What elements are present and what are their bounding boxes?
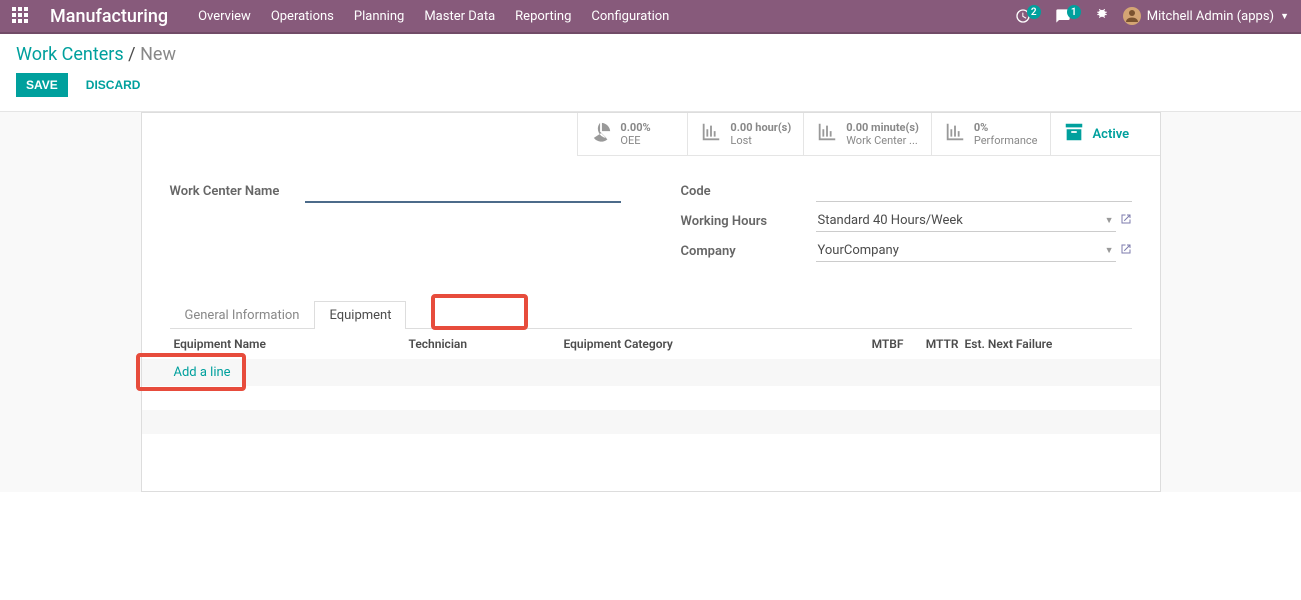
breadcrumb: Work Centers / New <box>16 44 1285 65</box>
tab-bar: General Information Equipment <box>170 300 1132 329</box>
stat-oee[interactable]: 0.00%OEE <box>577 113 687 156</box>
topbar-right: 2 1 Mitchell Admin (apps) ▼ <box>1015 7 1289 25</box>
menu-overview[interactable]: Overview <box>198 9 251 24</box>
stat-performance[interactable]: 0%Performance <box>931 113 1050 156</box>
external-link-icon[interactable] <box>1120 213 1132 229</box>
menu-configuration[interactable]: Configuration <box>591 9 669 24</box>
col-mtbf[interactable]: MTBF <box>834 337 904 351</box>
menu-operations[interactable]: Operations <box>271 9 334 24</box>
caret-down-icon: ▼ <box>1105 245 1114 256</box>
label-company: Company <box>681 244 816 259</box>
menu-master-data[interactable]: Master Data <box>424 9 495 24</box>
stat-lost[interactable]: 0.00 hour(s)Lost <box>687 113 803 156</box>
work-center-name-input[interactable] <box>305 180 621 203</box>
user-name: Mitchell Admin (apps) <box>1147 9 1274 24</box>
top-navbar: Manufacturing Overview Operations Planni… <box>0 0 1301 34</box>
caret-down-icon: ▼ <box>1280 11 1289 22</box>
company-select[interactable]: YourCompany ▼ <box>816 240 1116 262</box>
control-buttons: SAVE DISCARD <box>16 73 1285 97</box>
pie-chart-icon <box>590 121 612 147</box>
bar-chart-icon <box>816 121 838 147</box>
breadcrumb-current: New <box>140 44 176 65</box>
label-hours: Working Hours <box>681 214 816 229</box>
activity-notification[interactable]: 2 <box>1015 8 1041 24</box>
stat-button-bar: 0.00%OEE 0.00 hour(s)Lost 0.00 minute(s)… <box>142 113 1160 156</box>
avatar-icon <box>1123 7 1141 25</box>
messages-badge: 1 <box>1067 5 1081 19</box>
tab-equipment[interactable]: Equipment <box>314 301 406 329</box>
code-input[interactable] <box>816 180 1132 202</box>
label-name: Work Center Name <box>170 184 305 199</box>
bar-chart-icon <box>944 121 966 147</box>
col-equipment-name[interactable]: Equipment Name <box>174 337 409 351</box>
label-code: Code <box>681 184 816 199</box>
messages-notification[interactable]: 1 <box>1055 8 1081 24</box>
apps-grid-icon[interactable] <box>12 7 30 25</box>
breadcrumb-sep: / <box>128 44 140 65</box>
discard-button[interactable]: DISCARD <box>76 73 151 97</box>
debug-icon[interactable] <box>1095 7 1109 25</box>
stat-active[interactable]: Active <box>1050 113 1160 156</box>
user-menu[interactable]: Mitchell Admin (apps) ▼ <box>1123 7 1289 25</box>
table-row <box>142 386 1160 410</box>
menu-planning[interactable]: Planning <box>354 9 404 24</box>
activity-badge: 2 <box>1027 5 1041 19</box>
stat-load[interactable]: 0.00 minute(s)Work Center ... <box>803 113 931 156</box>
bar-chart-icon <box>700 121 722 147</box>
col-equipment-category[interactable]: Equipment Category <box>564 337 834 351</box>
save-button[interactable]: SAVE <box>16 73 68 97</box>
tab-general-information[interactable]: General Information <box>170 301 315 329</box>
form-sheet: 0.00%OEE 0.00 hour(s)Lost 0.00 minute(s)… <box>141 112 1161 492</box>
table-row <box>142 410 1160 434</box>
tab-content-equipment: Equipment Name Technician Equipment Cate… <box>142 329 1160 459</box>
col-mttr[interactable]: MTTR <box>904 337 959 351</box>
external-link-icon[interactable] <box>1120 243 1132 259</box>
breadcrumb-parent[interactable]: Work Centers <box>16 44 124 65</box>
col-est-next-failure[interactable]: Est. Next Failure <box>959 337 1128 351</box>
working-hours-select[interactable]: Standard 40 Hours/Week ▼ <box>816 210 1116 232</box>
menu-reporting[interactable]: Reporting <box>515 9 571 24</box>
control-panel: Work Centers / New SAVE DISCARD <box>0 34 1301 112</box>
equipment-table-body: Add a line <box>170 359 1132 439</box>
add-a-line[interactable]: Add a line <box>142 359 1160 386</box>
caret-down-icon: ▼ <box>1105 215 1114 226</box>
archive-icon <box>1063 121 1085 147</box>
main-menu: Overview Operations Planning Master Data… <box>198 9 1015 24</box>
app-brand: Manufacturing <box>50 6 168 27</box>
col-technician[interactable]: Technician <box>409 337 564 351</box>
equipment-table-header: Equipment Name Technician Equipment Cate… <box>170 329 1132 359</box>
form-body: Work Center Name Code Working Hours Stan… <box>142 156 1160 270</box>
